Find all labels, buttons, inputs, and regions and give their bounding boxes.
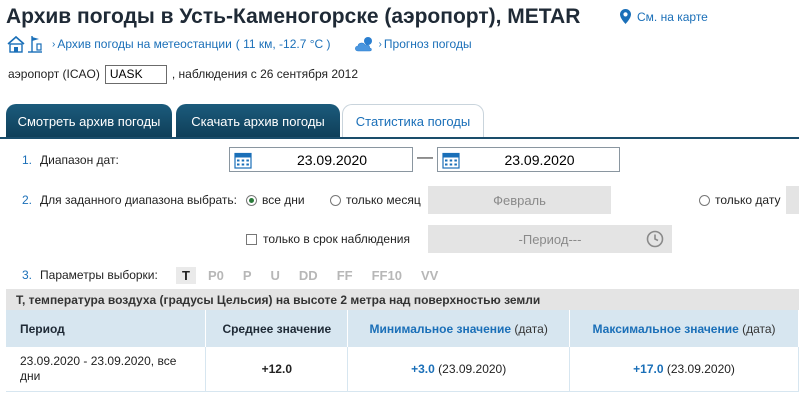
checkbox-observation-label: только в срок наблюдения [263, 232, 410, 246]
date-from-value: 23.09.2020 [296, 151, 368, 168]
cloud-sun-icon [354, 37, 372, 52]
date-separator: — [417, 149, 433, 166]
param-ff10[interactable]: FF10 [372, 268, 402, 283]
param-dd[interactable]: DD [299, 268, 318, 283]
tab-label: Смотреть архив погоды [17, 113, 161, 129]
tab-divider [0, 137, 799, 139]
period-select-value: -Период--- [518, 231, 582, 247]
checkbox-icon[interactable] [246, 233, 257, 245]
param-description: T, температура воздуха (градусы Цельсия)… [6, 289, 799, 310]
param-p0[interactable]: P0 [208, 268, 224, 283]
date-from-field[interactable]: 23.09.2020 [229, 147, 413, 172]
tab-statistics[interactable]: Статистика погоды [342, 104, 484, 138]
average-value: +12.0 [261, 361, 292, 376]
month-select[interactable]: Февраль [428, 186, 611, 214]
radio-only-month-label: только месяц [346, 193, 421, 207]
radio-selected-icon[interactable] [246, 194, 257, 206]
header-average: Среднее значение [205, 310, 349, 347]
station-archive-label: Архив погоды на метеостанции [57, 37, 232, 51]
page-title: Архив погоды в Усть-Каменогорске (аэропо… [6, 5, 581, 28]
step-number: 1. [22, 153, 33, 167]
station-archive-link[interactable]: › Архив погоды на метеостанции ( 11 км, … [52, 37, 331, 51]
cell-minimum: +3.0 (23.09.2020) [347, 347, 571, 392]
cell-period: 23.09.2020 - 23.09.2020, все дни [6, 347, 207, 392]
param-t[interactable]: T [176, 266, 196, 284]
step-number: 2. [22, 193, 33, 207]
step-number: 3. [22, 268, 33, 282]
step-label: Диапазон дат: [40, 153, 119, 167]
table-row: 23.09.2020 - 23.09.2020, все дни +12.0 +… [6, 347, 799, 392]
clock-icon [646, 230, 664, 248]
station-info: ( 11 км, -12.7 °C ) [235, 37, 331, 51]
range-select-label: 2. Для заданного диапазона выбрать: [22, 192, 237, 208]
header-minimum: Минимальное значение (дата) [347, 310, 571, 347]
radio-icon[interactable] [699, 194, 710, 206]
subnav: › Архив погоды на метеостанции ( 11 км, … [6, 33, 472, 55]
header-period: Период [6, 310, 207, 347]
header-minimum-suffix: (дата) [514, 321, 548, 336]
maximum-value[interactable]: +17.0 [633, 362, 663, 376]
step-label: Параметры выборки: [40, 268, 158, 282]
table-header-row: Период Среднее значение Минимальное знач… [6, 310, 799, 347]
map-pin-icon [620, 9, 631, 24]
observations-since: , наблюдения с 26 сентября 2012 [171, 67, 359, 81]
icao-row: аэропорт (ICAO) , наблюдения с 26 сентяб… [8, 64, 358, 84]
radio-all-days[interactable]: все дни [246, 193, 305, 207]
tab-download-archive[interactable]: Скачать архив погоды [176, 104, 340, 138]
forecast-link[interactable]: › Прогноз погоды [379, 37, 472, 51]
step-label: Для заданного диапазона выбрать: [40, 193, 238, 207]
period-select[interactable]: -Период--- [428, 225, 672, 253]
header-minimum-label: Минимальное значение [369, 321, 512, 336]
map-link[interactable]: См. на карте [620, 9, 708, 24]
param-vv[interactable]: VV [421, 268, 438, 283]
param-p[interactable]: P [243, 268, 252, 283]
header-maximum-label: Максимальное значение [592, 321, 739, 336]
tab-view-archive[interactable]: Смотреть архив погоды [6, 104, 172, 138]
radio-only-date-label: только дату [715, 193, 781, 207]
stats-table: Период Среднее значение Минимальное знач… [6, 310, 799, 392]
params-label: 3. Параметры выборки: [22, 267, 158, 283]
chevron-right-icon: › [378, 38, 382, 50]
month-select-value: Февраль [493, 192, 546, 208]
minimum-value[interactable]: +3.0 [411, 362, 435, 376]
icao-input[interactable] [104, 64, 167, 84]
tab-label: Скачать архив погоды [191, 113, 325, 129]
checkbox-observation-time[interactable]: только в срок наблюдения [246, 232, 410, 246]
period-line-2: дни [20, 368, 41, 383]
param-ff[interactable]: FF [337, 268, 353, 283]
header: Архив погоды в Усть-Каменогорске (аэропо… [6, 4, 580, 30]
param-selector: T P0 P U DD FF FF10 VV [176, 266, 457, 284]
icao-label: аэропорт (ICAO) [8, 67, 100, 81]
header-maximum: Максимальное значение (дата) [569, 310, 799, 347]
radio-only-date[interactable]: только дату [699, 193, 780, 207]
radio-all-days-label: все дни [262, 193, 305, 207]
param-u[interactable]: U [271, 268, 280, 283]
map-link-label: См. на карте [637, 9, 708, 24]
calendar-icon[interactable] [442, 151, 460, 169]
tab-label: Статистика погоды [355, 114, 471, 129]
calendar-icon[interactable] [234, 151, 252, 169]
date-select[interactable] [786, 186, 799, 214]
maximum-date: (23.09.2020) [666, 361, 735, 376]
cell-average: +12.0 [205, 347, 349, 392]
chevron-right-icon: › [52, 38, 56, 50]
period-line-1: 23.09.2020 - 23.09.2020, все [20, 353, 177, 368]
date-to-value: 23.09.2020 [504, 151, 575, 168]
tab-bar: Смотреть архив погоды Скачать архив пого… [6, 104, 799, 138]
weather-station-icon [7, 35, 42, 53]
date-range-label: 1. Диапазон дат: [22, 152, 119, 168]
minimum-date: (23.09.2020) [438, 361, 507, 376]
radio-only-month[interactable]: только месяц [330, 193, 421, 207]
forecast-label: Прогноз погоды [383, 37, 472, 51]
radio-icon[interactable] [330, 194, 341, 206]
header-maximum-suffix: (дата) [742, 321, 776, 336]
date-to-field[interactable]: 23.09.2020 [437, 147, 620, 172]
cell-maximum: +17.0 (23.09.2020) [569, 347, 799, 392]
